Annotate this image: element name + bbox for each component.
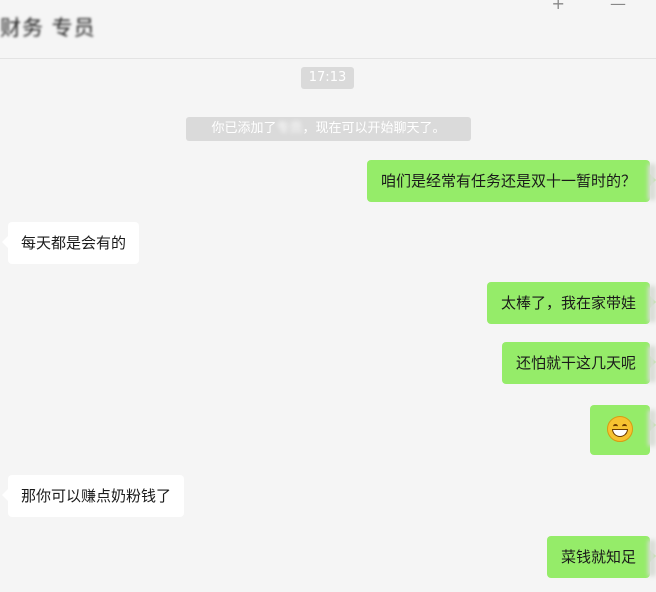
self-avatar[interactable] — [648, 346, 656, 382]
message-text: 咱们是经常有任务还是双十一暂时的？ — [380, 172, 636, 190]
message-text: 还怕就干这几天呢 — [515, 354, 636, 372]
self-avatar[interactable] — [648, 286, 656, 322]
message-text: 菜钱就知足 — [560, 548, 636, 566]
outgoing-message[interactable]: 咱们是经常有任务还是双十一暂时的？ — [366, 160, 656, 202]
incoming-message[interactable]: 每天都是会有的 — [1, 222, 140, 264]
chat-header: 财务 专员 + — — [0, 0, 656, 59]
incoming-message[interactable]: 那你可以赚点奶粉钱了 — [1, 475, 185, 517]
self-avatar[interactable] — [648, 540, 656, 576]
grin-emoji-icon — [607, 416, 633, 442]
message-text: 那你可以赚点奶粉钱了 — [21, 487, 172, 505]
self-avatar[interactable] — [648, 164, 656, 200]
outgoing-message[interactable]: 菜钱就知足 — [546, 536, 656, 578]
system-notice: 你已添加了专员，现在可以开始聊天了。 — [186, 117, 471, 141]
header-actions[interactable]: + — — [552, 0, 647, 13]
outgoing-message[interactable]: 还怕就干这几天呢 — [501, 342, 656, 384]
self-avatar[interactable] — [648, 410, 656, 446]
outgoing-emoji-message[interactable] — [590, 405, 656, 455]
notice-suffix: ，现在可以开始聊天了。 — [302, 121, 446, 136]
message-text: 每天都是会有的 — [21, 234, 127, 252]
message-text: 太棒了，我在家带娃 — [500, 294, 636, 312]
notice-contact-name: 专员 — [276, 121, 303, 136]
contact-name[interactable]: 财务 专员 — [0, 12, 96, 42]
outgoing-message[interactable]: 太棒了，我在家带娃 — [486, 282, 656, 324]
notice-prefix: 你已添加了 — [211, 121, 277, 136]
message-timestamp: 17:13 — [301, 67, 354, 89]
